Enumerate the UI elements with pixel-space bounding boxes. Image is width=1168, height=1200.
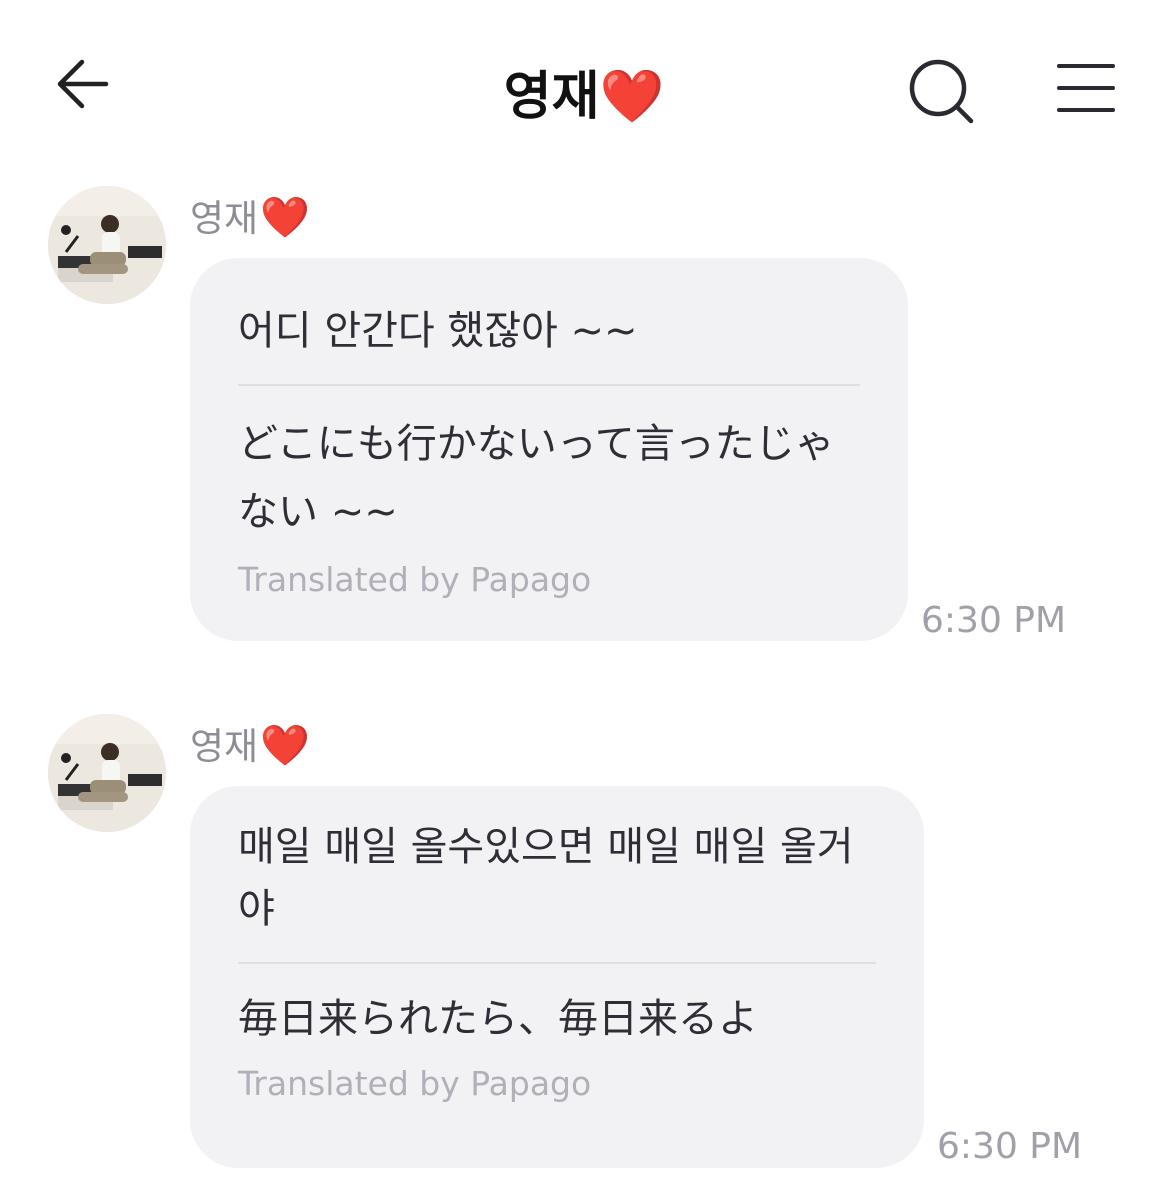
sender-name: 영재❤️: [190, 716, 310, 770]
sender-name-text: 영재: [190, 725, 259, 768]
message-original-text: 어디 안간다 했잖아 ~~: [238, 308, 638, 354]
message-bubble[interactable]: 어디 안간다 했잖아 ~~ どこにも行かないって言ったじゃない ~~ Trans…: [190, 258, 908, 641]
translation-credit: Translated by Papago: [238, 560, 592, 599]
sender-avatar[interactable]: [48, 714, 166, 832]
message-timestamp: 6:30 PM: [921, 600, 1067, 641]
chat-title: 영재❤️: [0, 54, 1168, 129]
message-original-text: 매일 매일 올수있으면 매일 매일 올거야: [238, 824, 854, 932]
sender-avatar[interactable]: [48, 186, 166, 304]
translation-credit: Translated by Papago: [238, 1064, 592, 1103]
chat-header: 영재❤️: [0, 0, 1168, 170]
sender-name: 영재❤️: [190, 188, 310, 242]
message-translation-text: 毎日来られたら、毎日来るよ: [238, 996, 758, 1042]
heart-icon: ❤️: [260, 723, 310, 769]
heart-icon: ❤️: [599, 67, 665, 127]
message-bubble[interactable]: 매일 매일 올수있으면 매일 매일 올거야 毎日来られたら、毎日来るよ Tran…: [190, 786, 924, 1168]
message-timestamp: 6:30 PM: [937, 1126, 1083, 1167]
heart-icon: ❤️: [260, 195, 310, 241]
translation-divider: [238, 962, 876, 964]
search-icon[interactable]: [905, 55, 977, 127]
sender-name-text: 영재: [190, 197, 259, 240]
message-translation-text: どこにも行かないって言ったじゃない ~~: [238, 421, 835, 535]
translation-divider: [238, 384, 860, 386]
menu-icon[interactable]: [1055, 60, 1117, 116]
chat-title-text: 영재: [503, 67, 600, 127]
